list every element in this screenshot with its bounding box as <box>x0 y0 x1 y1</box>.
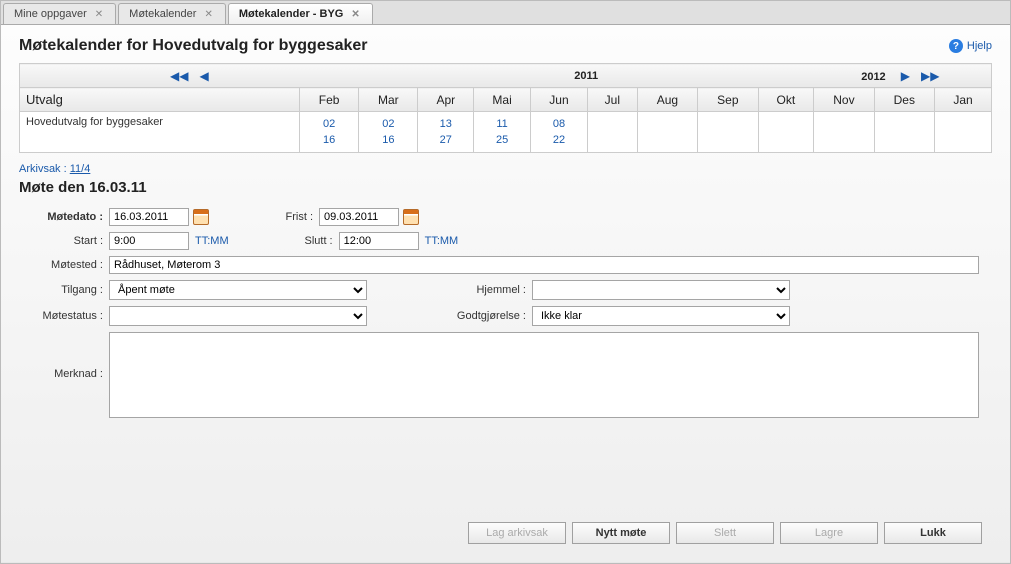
utvalg-header: Utvalg <box>20 88 300 112</box>
month-header: Feb <box>300 88 359 112</box>
lukk-button[interactable]: Lukk <box>884 522 982 544</box>
month-cell: 1327 <box>418 112 474 153</box>
month-cell <box>935 112 992 153</box>
merknad-label: Merknad : <box>19 332 109 380</box>
lagre-button[interactable]: Lagre <box>780 522 878 544</box>
tab-label: Møtekalender <box>129 8 196 20</box>
tab-label: Mine oppgaver <box>14 8 87 20</box>
arkivsak-row: Arkivsak : 11/4 <box>19 163 992 175</box>
arkivsak-label: Arkivsak : <box>19 163 70 175</box>
month-cell: 0822 <box>531 112 588 153</box>
nav-next-month-icon[interactable]: ▶ <box>897 69 914 83</box>
ttmm-hint[interactable]: TT:MM <box>195 235 229 247</box>
hjemmel-label: Hjemmel : <box>367 284 532 296</box>
month-cell <box>814 112 874 153</box>
month-header: Des <box>874 88 934 112</box>
nav-next-year-icon[interactable]: ▶▶ <box>917 69 943 83</box>
meeting-date-link[interactable]: 13 <box>424 116 467 132</box>
tab-motekalender[interactable]: Møtekalender ✕ <box>118 3 226 24</box>
lag-arkivsak-button[interactable]: Lag arkivsak <box>468 522 566 544</box>
meeting-date-link[interactable]: 08 <box>537 116 581 132</box>
merknad-textarea[interactable] <box>109 332 979 418</box>
godtgjorelse-label: Godtgjørelse : <box>367 310 532 322</box>
month-cell <box>587 112 637 153</box>
motested-label: Møtested : <box>19 259 109 271</box>
month-cell: 0216 <box>359 112 418 153</box>
month-header: Jul <box>587 88 637 112</box>
frist-input[interactable] <box>319 208 399 226</box>
calendar-header-row: Utvalg Feb Mar Apr Mai Jun Jul Aug Sep O… <box>20 88 992 112</box>
godtgjorelse-select[interactable]: Ikke klar <box>532 306 790 326</box>
slutt-input[interactable] <box>339 232 419 250</box>
meeting-date-link[interactable]: 02 <box>365 116 411 132</box>
month-cell <box>637 112 697 153</box>
start-label: Start : <box>19 235 109 247</box>
meeting-date-link[interactable]: 02 <box>306 116 352 132</box>
nav-prev-month-icon[interactable]: ◀ <box>196 69 213 83</box>
month-header: Jan <box>935 88 992 112</box>
tilgang-select[interactable]: Åpent møte <box>109 280 367 300</box>
close-icon[interactable]: ✕ <box>93 9 105 20</box>
year-next: 2012 <box>861 71 885 83</box>
arkivsak-link[interactable]: 11/4 <box>70 163 91 175</box>
motedato-input[interactable] <box>109 208 189 226</box>
motedato-label: Møtedato : <box>19 211 109 223</box>
slett-button[interactable]: Slett <box>676 522 774 544</box>
month-cell: 1125 <box>474 112 531 153</box>
month-header: Apr <box>418 88 474 112</box>
tilgang-label: Tilgang : <box>19 284 109 296</box>
calendar-icon[interactable] <box>193 209 209 225</box>
month-header: Sep <box>698 88 758 112</box>
slutt-label: Slutt : <box>269 235 339 247</box>
month-header: Nov <box>814 88 874 112</box>
month-cell <box>874 112 934 153</box>
month-header: Jun <box>531 88 588 112</box>
nav-prev-year-icon[interactable]: ◀◀ <box>166 69 192 83</box>
tab-mine-oppgaver[interactable]: Mine oppgaver ✕ <box>3 3 116 24</box>
calendar-icon[interactable] <box>403 209 419 225</box>
content-area: Møtekalender for Hovedutvalg for byggesa… <box>1 25 1010 562</box>
year-main: 2011 <box>359 64 814 88</box>
tab-label: Møtekalender - BYG <box>239 8 344 20</box>
motested-input[interactable] <box>109 256 979 274</box>
tab-motekalender-byg[interactable]: Møtekalender - BYG ✕ <box>228 3 373 24</box>
meeting-title: Møte den 16.03.11 <box>19 179 992 196</box>
meeting-date-link[interactable]: 16 <box>365 132 411 148</box>
utvalg-name: Hovedutvalg for byggesaker <box>20 112 300 153</box>
hjemmel-select[interactable] <box>532 280 790 300</box>
meeting-date-link[interactable]: 25 <box>480 132 524 148</box>
close-icon[interactable]: ✕ <box>349 9 361 20</box>
nytt-mote-button[interactable]: Nytt møte <box>572 522 670 544</box>
help-link[interactable]: ? Hjelp <box>949 39 992 53</box>
motestatus-select[interactable] <box>109 306 367 326</box>
meeting-date-link[interactable]: 11 <box>480 116 524 132</box>
frist-label: Frist : <box>249 211 319 223</box>
button-bar: Lag arkivsak Nytt møte Slett Lagre Lukk <box>468 522 982 544</box>
month-cell <box>758 112 814 153</box>
page-title: Møtekalender for Hovedutvalg for byggesa… <box>19 37 368 55</box>
tab-bar: Mine oppgaver ✕ Møtekalender ✕ Møtekalen… <box>1 1 1010 25</box>
month-header: Mar <box>359 88 418 112</box>
help-label: Hjelp <box>967 40 992 52</box>
month-header: Okt <box>758 88 814 112</box>
meeting-date-link[interactable]: 22 <box>537 132 581 148</box>
month-cell: 0216 <box>300 112 359 153</box>
app-window: Mine oppgaver ✕ Møtekalender ✕ Møtekalen… <box>0 0 1011 564</box>
help-icon: ? <box>949 39 963 53</box>
meeting-form: Møtedato : Frist : Start : TT:MM Slutt :… <box>19 208 992 418</box>
motestatus-label: Møtestatus : <box>19 310 109 322</box>
ttmm-hint[interactable]: TT:MM <box>425 235 459 247</box>
month-header: Aug <box>637 88 697 112</box>
meeting-date-link[interactable]: 16 <box>306 132 352 148</box>
calendar-row: Hovedutvalg for byggesaker 0216 0216 132… <box>20 112 992 153</box>
meeting-date-link[interactable]: 27 <box>424 132 467 148</box>
month-cell <box>698 112 758 153</box>
calendar-table: ◀◀ ◀ 2011 2012 ▶ ▶▶ Utvalg Feb Mar Apr M… <box>19 63 992 153</box>
month-header: Mai <box>474 88 531 112</box>
close-icon[interactable]: ✕ <box>202 9 214 20</box>
start-input[interactable] <box>109 232 189 250</box>
